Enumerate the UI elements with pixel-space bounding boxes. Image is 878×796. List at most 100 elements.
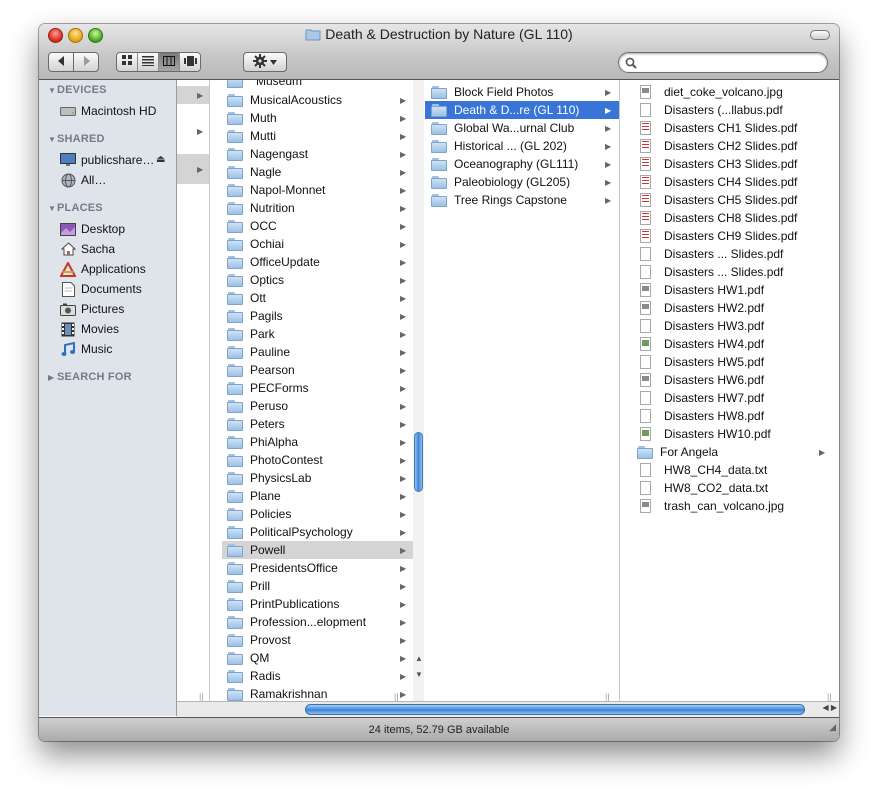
list-item[interactable]: trash_can_volcano.jpg	[631, 497, 839, 515]
list-item[interactable]: Pearson ▶	[222, 361, 413, 379]
list-item[interactable]: For Angela ▶	[631, 443, 839, 461]
list-item[interactable]: Museum	[222, 80, 413, 88]
list-item[interactable]: Ott ▶	[222, 289, 413, 307]
list-item[interactable]: Disasters ... Slides.pdf	[631, 263, 839, 281]
list-item[interactable]: Peruso ▶	[222, 397, 413, 415]
sidebar-item-desktop[interactable]: Desktop	[60, 220, 125, 238]
list-item[interactable]: Nutrition ▶	[222, 199, 413, 217]
list-item[interactable]: Disasters CH2 Slides.pdf	[631, 137, 839, 155]
list-item[interactable]: Optics ▶	[222, 271, 413, 289]
list-item[interactable]: PoliticalPsychology ▶	[222, 523, 413, 541]
list-item[interactable]: Prill ▶	[222, 577, 413, 595]
list-item[interactable]: PECForms ▶	[222, 379, 413, 397]
column-1-row[interactable]: ▶	[177, 122, 209, 140]
scroll-down-icon[interactable]: ▼	[415, 670, 423, 679]
eject-icon[interactable]: ⏏	[156, 154, 165, 165]
action-menu-button[interactable]	[243, 52, 287, 72]
list-item[interactable]: Nagengast ▶	[222, 145, 413, 163]
list-item[interactable]: Death & D...re (GL 110) ▶	[425, 101, 619, 119]
forward-button[interactable]	[73, 52, 99, 72]
list-item[interactable]: Disasters CH5 Slides.pdf	[631, 191, 839, 209]
list-item[interactable]: Disasters CH4 Slides.pdf	[631, 173, 839, 191]
back-button[interactable]	[48, 52, 74, 72]
list-item[interactable]: Disasters HW2.pdf	[631, 299, 839, 317]
sidebar-heading-devices[interactable]: ▼DEVICES	[48, 84, 107, 96]
list-item[interactable]: Pagils ▶	[222, 307, 413, 325]
list-item[interactable]: Oceanography (GL111) ▶	[425, 155, 619, 173]
list-item[interactable]: Block Field Photos ▶	[425, 83, 619, 101]
list-item[interactable]: Napol-Monnet ▶	[222, 181, 413, 199]
list-item[interactable]: PhotoContest ▶	[222, 451, 413, 469]
list-item[interactable]: HW8_CO2_data.txt	[631, 479, 839, 497]
list-item[interactable]: Global Wa...urnal Club ▶	[425, 119, 619, 137]
list-item[interactable]: Disasters (...llabus.pdf	[631, 101, 839, 119]
list-item[interactable]: PresidentsOffice ▶	[222, 559, 413, 577]
list-item[interactable]: QM ▶	[222, 649, 413, 667]
list-item[interactable]: Historical ... (GL 202) ▶	[425, 137, 619, 155]
list-item[interactable]: Nagle ▶	[222, 163, 413, 181]
list-item[interactable]: Policies ▶	[222, 505, 413, 523]
list-item[interactable]: Disasters CH1 Slides.pdf	[631, 119, 839, 137]
list-item[interactable]: Disasters ... Slides.pdf	[631, 245, 839, 263]
list-item[interactable]: OfficeUpdate ▶	[222, 253, 413, 271]
list-item[interactable]: Mutti ▶	[222, 127, 413, 145]
sidebar-item-all[interactable]: All…	[60, 171, 106, 189]
sidebar-item-macintosh-hd[interactable]: Macintosh HD	[60, 102, 156, 120]
list-item[interactable]: Pauline ▶	[222, 343, 413, 361]
column-1-row-selected[interactable]: ▶	[177, 154, 209, 184]
column-3[interactable]: Block Field Photos ▶ Death & D...re (GL 11…	[425, 80, 620, 716]
scroll-up-icon[interactable]: ▲	[415, 654, 423, 663]
sidebar-item-applications[interactable]: Applications	[60, 260, 146, 278]
list-view-button[interactable]	[138, 53, 159, 71]
list-item[interactable]: Disasters CH9 Slides.pdf	[631, 227, 839, 245]
list-item[interactable]: Tree Rings Capstone ▶	[425, 191, 619, 209]
icon-view-button[interactable]	[117, 53, 138, 71]
column-4[interactable]: diet_coke_volcano.jpg Disasters (...llabu…	[631, 80, 839, 716]
column-1[interactable]: ▶ ▶ ▶ ||	[177, 80, 210, 716]
sidebar-item-pictures[interactable]: Pictures	[60, 300, 124, 318]
column-1-row[interactable]: ▶	[177, 86, 209, 104]
sidebar-item-documents[interactable]: Documents	[60, 280, 142, 298]
scroll-arrows-icon[interactable]: ◀ ▶	[822, 703, 837, 712]
list-item[interactable]: Paleobiology (GL205) ▶	[425, 173, 619, 191]
list-item[interactable]: PrintPublications ▶	[222, 595, 413, 613]
list-item[interactable]: Disasters HW6.pdf	[631, 371, 839, 389]
sidebar-item-movies[interactable]: Movies	[60, 320, 119, 338]
list-item[interactable]: Disasters HW10.pdf	[631, 425, 839, 443]
list-item[interactable]: Radis ▶	[222, 667, 413, 685]
list-item[interactable]: Disasters CH8 Slides.pdf	[631, 209, 839, 227]
scrollbar-thumb[interactable]	[305, 704, 805, 715]
sidebar-heading-search-for[interactable]: ▶ SEARCH FOR	[48, 371, 132, 383]
list-item[interactable]: Provost ▶	[222, 631, 413, 649]
column-view-button[interactable]	[159, 53, 180, 71]
list-item[interactable]: Disasters HW4.pdf	[631, 335, 839, 353]
list-item[interactable]: Profession...elopment ▶	[222, 613, 413, 631]
horizontal-scrollbar[interactable]: ◀ ▶	[177, 701, 839, 717]
sidebar-heading-shared[interactable]: ▼SHARED	[48, 133, 105, 145]
resize-grip-icon[interactable]: ◢	[829, 715, 836, 739]
column-2[interactable]: Museum MusicalAcoustics ▶ Muth ▶ Mutti ▶ Nagen…	[222, 80, 414, 716]
list-item[interactable]: Disasters HW8.pdf	[631, 407, 839, 425]
list-item[interactable]: diet_coke_volcano.jpg	[631, 83, 839, 101]
list-item[interactable]: PhiAlpha ▶	[222, 433, 413, 451]
sidebar-heading-places[interactable]: ▼PLACES	[48, 202, 103, 214]
column-2-scrollbar[interactable]: ▲ ▼	[413, 80, 424, 701]
list-item[interactable]: Disasters HW3.pdf	[631, 317, 839, 335]
list-item[interactable]: Disasters HW5.pdf	[631, 353, 839, 371]
toolbar-toggle-button[interactable]	[810, 30, 830, 40]
list-item[interactable]: OCC ▶	[222, 217, 413, 235]
list-item[interactable]: Ochiai ▶	[222, 235, 413, 253]
sidebar-item-music[interactable]: Music	[60, 340, 112, 358]
list-item[interactable]: PhysicsLab ▶	[222, 469, 413, 487]
list-item[interactable]: Park ▶	[222, 325, 413, 343]
list-item[interactable]: Disasters HW1.pdf	[631, 281, 839, 299]
coverflow-view-button[interactable]	[180, 53, 200, 71]
list-item[interactable]: Powell ▶	[222, 541, 413, 559]
scrollbar-thumb[interactable]	[414, 432, 423, 492]
search-input[interactable]	[641, 54, 823, 72]
list-item[interactable]: MusicalAcoustics ▶	[222, 91, 413, 109]
list-item[interactable]: HW8_CH4_data.txt	[631, 461, 839, 479]
sidebar-item-sacha[interactable]: Sacha	[60, 240, 115, 258]
sidebar-item-publicshare[interactable]: publicshare…	[60, 151, 154, 169]
list-item[interactable]: Plane ▶	[222, 487, 413, 505]
